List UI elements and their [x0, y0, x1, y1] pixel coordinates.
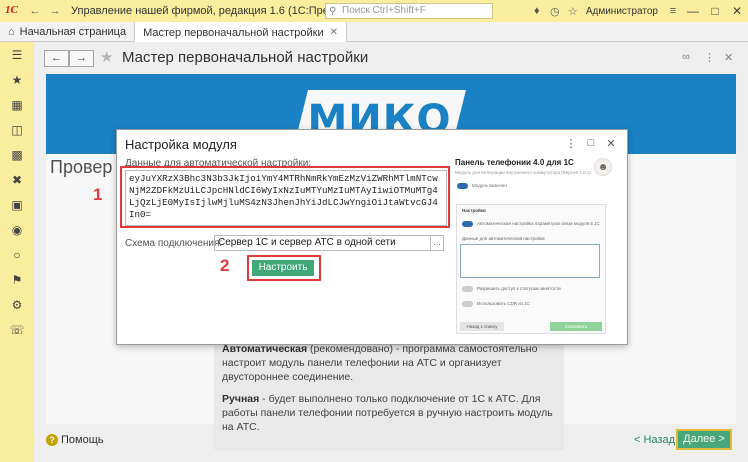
module-setup-dialog: Настройка модуля ⋮ □ ✕ Данные для автома…	[93, 129, 628, 345]
favorites-icon[interactable]: ☆	[564, 5, 582, 18]
shop-icon[interactable]: ◫	[0, 117, 34, 142]
tab-home[interactable]: ⌂ Начальная страница	[0, 22, 136, 42]
preview-enabled-label: Модуль включен	[472, 183, 507, 188]
lightbulb-icon[interactable]: ○	[0, 242, 34, 267]
sidebar: ☰ ★ ▦ ◫ ▩ ✖ ▣ ◉ ○ ⚑ ⚙ ☏	[0, 42, 34, 462]
minimize-button[interactable]: —	[682, 4, 704, 18]
close-button[interactable]: ✕	[726, 4, 748, 18]
preview-back-button: Назад к списку	[460, 322, 504, 331]
preview-title: Панель телефонии 4.0 для 1С	[455, 158, 574, 167]
back-icon[interactable]: ←	[27, 3, 43, 19]
dialog-title: Настройка модуля	[125, 137, 237, 152]
tab-setup-wizard[interactable]: Мастер первоначальной настройки ✕	[135, 22, 348, 43]
preview-screenshot: Панель телефонии 4.0 для 1С Модуль для и…	[454, 156, 614, 340]
title-bar: 1С ← → Управление нашей фирмой, редакция…	[0, 0, 748, 22]
preview-ami-label: Разрешить доступ к статусам занятости	[477, 286, 561, 291]
preview-cdr-label: Использовать CDR из 1С	[477, 301, 530, 306]
step-marker-2: 2	[220, 256, 230, 275]
tab-label: Начальная страница	[19, 26, 127, 38]
bell-icon[interactable]: ♦	[528, 5, 546, 17]
preview-data-field	[460, 244, 600, 278]
apps-icon[interactable]: ▩	[0, 142, 34, 167]
user-name[interactable]: Администратор	[586, 6, 658, 17]
configure-button[interactable]: Настроить	[252, 260, 314, 276]
title-bar-right: ♦ ◷ ☆ Администратор ≡ — □ ✕	[528, 0, 748, 22]
preview-save-button: Сохранить	[550, 322, 602, 331]
folder-icon[interactable]: ▣	[0, 192, 34, 217]
preview-toggle-cdr	[462, 301, 473, 307]
forward-icon[interactable]: →	[47, 3, 63, 19]
search-icon: ⚲	[329, 6, 337, 17]
search-input[interactable]: ⚲ Поиск Ctrl+Shift+F	[325, 3, 493, 19]
dog-avatar-icon: ☻	[594, 158, 612, 176]
scheme-select[interactable]: Сервер 1С и сервер АТС в одной сети	[214, 235, 431, 251]
scheme-select-button[interactable]: ...	[430, 235, 444, 251]
tab-bar: ⌂ Начальная страница Мастер первоначальн…	[0, 22, 748, 43]
flag-icon[interactable]: ⚑	[0, 267, 34, 292]
search-placeholder: Поиск Ctrl+Shift+F	[342, 5, 426, 16]
app-logo: 1С	[5, 4, 18, 16]
star-icon[interactable]: ★	[0, 67, 34, 92]
calendar-icon[interactable]: ▦	[0, 92, 34, 117]
preview-toggle-ami	[462, 286, 473, 292]
tools-icon[interactable]: ✖	[0, 167, 34, 192]
highlight-box-1	[120, 166, 450, 228]
more-icon[interactable]: ⋮	[561, 137, 581, 150]
gear-icon[interactable]: ⚙	[0, 292, 34, 317]
phone-icon[interactable]: ☏	[0, 317, 34, 342]
history-icon[interactable]: ◷	[546, 5, 564, 18]
tab-label: Мастер первоначальной настройки	[143, 26, 324, 39]
menu-icon[interactable]: ☰	[0, 42, 34, 67]
money-icon[interactable]: ◉	[0, 217, 34, 242]
close-icon[interactable]: ✕	[330, 27, 338, 38]
step-marker-1: 1	[93, 185, 103, 204]
home-icon: ⌂	[8, 26, 15, 38]
dialog-controls: ⋮ □ ✕	[561, 137, 621, 150]
menu-icon[interactable]: ≡	[664, 5, 682, 17]
preview-subtitle: Модуль для интеграции внутреннего коммут…	[455, 170, 591, 175]
preview-toggle-auto	[462, 221, 473, 227]
close-button[interactable]: ✕	[601, 137, 621, 150]
preview-auto-label: Автоматическая настройка параметров связ…	[477, 221, 600, 226]
scheme-label: Схема подключения:	[125, 238, 223, 249]
preview-toggle-enabled	[457, 183, 468, 189]
maximize-button[interactable]: □	[581, 137, 601, 150]
maximize-button[interactable]: □	[704, 4, 726, 18]
preview-settings-label: Настройки	[462, 208, 486, 213]
preview-data-label: Данные для автоматической настройки	[462, 236, 545, 241]
